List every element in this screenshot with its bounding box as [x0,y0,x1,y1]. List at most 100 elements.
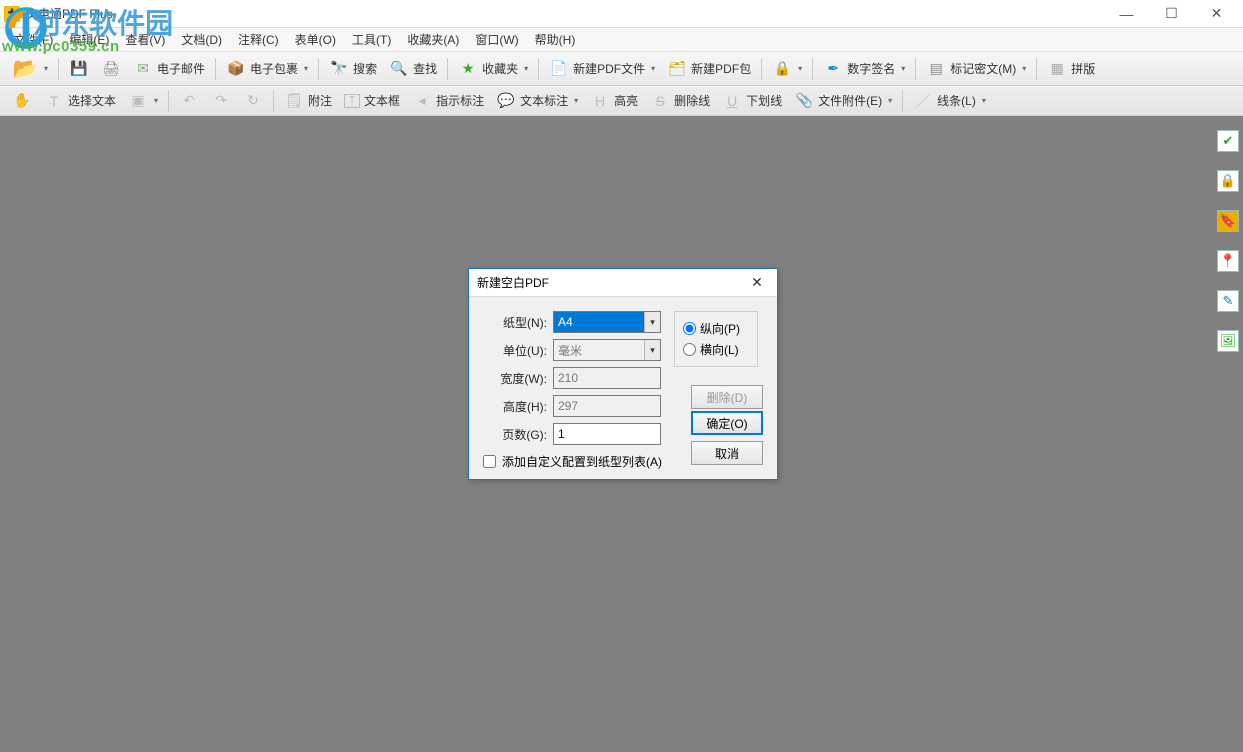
fileattach-tool[interactable]: 📎文件附件(E)▾ [788,88,898,114]
text-callout-label: 文本标注 [520,92,568,109]
epackage-label: 电子包裹 [250,60,298,77]
favorite-button[interactable]: ★收藏夹▾ [452,56,534,82]
text-callout-icon: 💬 [496,91,516,111]
side-sign-icon[interactable]: ✔ [1217,130,1239,152]
print-button[interactable]: 🖨 [95,56,127,82]
landscape-radio[interactable] [683,343,696,356]
find-label: 查找 [413,60,437,77]
unit-combo[interactable]: ▾ [553,339,661,361]
underline-icon: U [722,91,742,111]
portrait-radio[interactable] [683,322,696,335]
redo-button[interactable]: ↷ [205,88,237,114]
delete-button: 删除(D) [691,385,763,409]
note-icon: 🗒 [284,91,304,111]
cancel-button[interactable]: 取消 [691,441,763,465]
camera-icon: ▣ [128,91,148,111]
search-button[interactable]: 🔭搜索 [323,56,383,82]
ok-button[interactable]: 确定(O) [691,411,763,435]
newpdf-pkg-label: 新建PDF包 [691,60,751,77]
side-edit-icon[interactable]: ✎ [1217,290,1239,312]
grid-icon: ▦ [1047,59,1067,79]
undo-icon: ↶ [179,91,199,111]
paper-label: 纸型(N): [483,314,553,331]
text-callout-tool[interactable]: 💬文本标注▾ [490,88,584,114]
highlight-icon: H [590,91,610,111]
close-button[interactable]: ✕ [1194,0,1239,28]
side-image-icon[interactable]: 🖼 [1217,330,1239,352]
paper-dropdown-button[interactable]: ▾ [644,312,660,332]
newpdf-pkg-button[interactable]: 🗂新建PDF包 [661,56,757,82]
strike-label: 删除线 [674,92,710,109]
select-text-tool[interactable]: T选择文本 [38,88,122,114]
width-field [553,367,661,389]
unit-label: 单位(U): [483,342,553,359]
note-tool[interactable]: 🗒附注 [278,88,338,114]
menu-tool[interactable]: 工具(T) [344,29,399,50]
underline-tool[interactable]: U下划线 [716,88,788,114]
open-button[interactable]: 📂▾ [6,56,54,82]
maximize-button[interactable]: ☐ [1149,0,1194,28]
callout-icon: ◂ [412,91,432,111]
add-custom-checkbox[interactable] [483,455,496,468]
marksecret-label: 标记密文(M) [950,60,1016,77]
menu-edit[interactable]: 编辑(E) [61,29,117,50]
marksecret-button[interactable]: ▤标记密文(M)▾ [920,56,1032,82]
unit-dropdown-button[interactable]: ▾ [644,340,660,360]
window-title: 文电通PDF Plus [26,5,1104,22]
paperclip-icon: 📎 [794,91,814,111]
tile-button[interactable]: ▦拼版 [1041,56,1101,82]
menu-help[interactable]: 帮助(H) [527,29,584,50]
side-bookmark-icon[interactable]: 🔖 [1217,210,1239,232]
digisign-label: 数字签名 [847,60,895,77]
binoculars-icon: 🔭 [329,59,349,79]
menu-form[interactable]: 表单(O) [287,29,344,50]
mail-icon: ✉ [133,59,153,79]
add-custom-label: 添加自定义配置到纸型列表(A) [502,453,662,470]
menu-document[interactable]: 文档(D) [173,29,230,50]
menu-window[interactable]: 窗口(W) [467,29,526,50]
dialog-close-button[interactable]: ✕ [745,273,769,293]
digisign-button[interactable]: ✒数字签名▾ [817,56,911,82]
strike-icon: S [650,91,670,111]
hand-tool[interactable]: ✋ [6,88,38,114]
line-label: 线条(L) [937,92,976,109]
highlight-tool[interactable]: H高亮 [584,88,644,114]
side-stamp-icon[interactable]: 📍 [1217,250,1239,272]
menu-favorite[interactable]: 收藏夹(A) [399,29,467,50]
textbox-label: 文本框 [364,92,400,109]
select-text-label: 选择文本 [68,92,116,109]
minimize-button[interactable]: — [1104,0,1149,28]
pages-field[interactable] [553,423,661,445]
search-label: 搜索 [353,60,377,77]
email-label: 电子邮件 [157,60,205,77]
line-icon: ／ [913,91,933,111]
email-button[interactable]: ✉电子邮件 [127,56,211,82]
menu-view[interactable]: 查看(V) [117,29,173,50]
height-field [553,395,661,417]
menu-annotate[interactable]: 注释(C) [230,29,287,50]
toolbar-main: 📂▾ 💾 🖨 ✉电子邮件 📦电子包裹▾ 🔭搜索 🔍查找 ★收藏夹▾ 📄新建PDF… [0,52,1243,86]
save-button[interactable]: 💾 [63,56,95,82]
snapshot-tool[interactable]: ▣▾ [122,88,164,114]
side-secure-icon[interactable]: 🔒 [1217,170,1239,192]
line-tool[interactable]: ／线条(L)▾ [907,88,992,114]
callout-tool[interactable]: ◂指示标注 [406,88,490,114]
redo2-button[interactable]: ↻ [237,88,269,114]
encrypt-button[interactable]: 🔒▾ [766,56,808,82]
side-panel: ✔ 🔒 🔖 📍 ✎ 🖼 [1215,130,1241,352]
strike-tool[interactable]: S删除线 [644,88,716,114]
find-icon: 🔍 [389,59,409,79]
textbox-icon: T [344,94,360,108]
portrait-label: 纵向(P) [700,320,740,337]
textbox-tool[interactable]: T 文本框 [338,88,406,114]
redact-icon: ▤ [926,59,946,79]
paper-combo[interactable]: ▾ [553,311,661,333]
find-button[interactable]: 🔍查找 [383,56,443,82]
epackage-button[interactable]: 📦电子包裹▾ [220,56,314,82]
folder-open-icon: 📂 [12,56,38,82]
undo-button[interactable]: ↶ [173,88,205,114]
underline-label: 下划线 [746,92,782,109]
hand-icon: ✋ [12,91,32,111]
menubar: 文件(F) 编辑(E) 查看(V) 文档(D) 注释(C) 表单(O) 工具(T… [0,28,1243,52]
newpdf-file-button[interactable]: 📄新建PDF文件▾ [543,56,661,82]
